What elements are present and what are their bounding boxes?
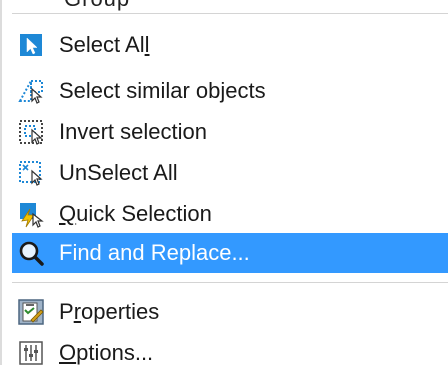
menu-item-label: UnSelect All xyxy=(59,160,178,185)
menu-item-find-and-replace[interactable]: Find and Replace... xyxy=(12,233,448,273)
menu-item-properties[interactable]: Properties xyxy=(12,292,448,332)
quick-selection-icon xyxy=(17,200,45,228)
menu-item-label: Quick Selection xyxy=(59,201,212,226)
options-icon xyxy=(17,339,45,365)
menu-item-options[interactable]: Options... xyxy=(12,333,448,365)
menu-item-label: Options... xyxy=(59,340,154,365)
unselect-all-icon xyxy=(17,159,45,187)
select-all-icon xyxy=(17,31,45,59)
menu-item-group-partial[interactable]: Group xyxy=(64,0,130,12)
invert-selection-icon xyxy=(17,118,45,146)
menu-item-label: Invert selection xyxy=(59,119,207,144)
properties-icon xyxy=(17,298,45,326)
menu-item-label: Select All xyxy=(59,32,150,57)
menu-item-label: Properties xyxy=(59,299,160,324)
menu-item-label: Find and Replace... xyxy=(59,240,250,265)
select-similar-icon xyxy=(17,77,45,105)
menu-separator xyxy=(12,282,448,283)
menu-item-select-all[interactable]: Select All xyxy=(12,25,448,65)
context-menu: Group Select All Select similar objects xyxy=(0,0,448,365)
find-replace-icon xyxy=(17,239,45,267)
menu-item-label: Select similar objects xyxy=(59,78,266,103)
menu-item-select-similar[interactable]: Select similar objects xyxy=(12,71,448,111)
menu-item-unselect-all[interactable]: UnSelect All xyxy=(12,153,448,193)
menu-item-quick-selection[interactable]: Quick Selection xyxy=(12,194,448,234)
menu-item-invert-selection[interactable]: Invert selection xyxy=(12,112,448,152)
menu-separator xyxy=(12,13,448,14)
